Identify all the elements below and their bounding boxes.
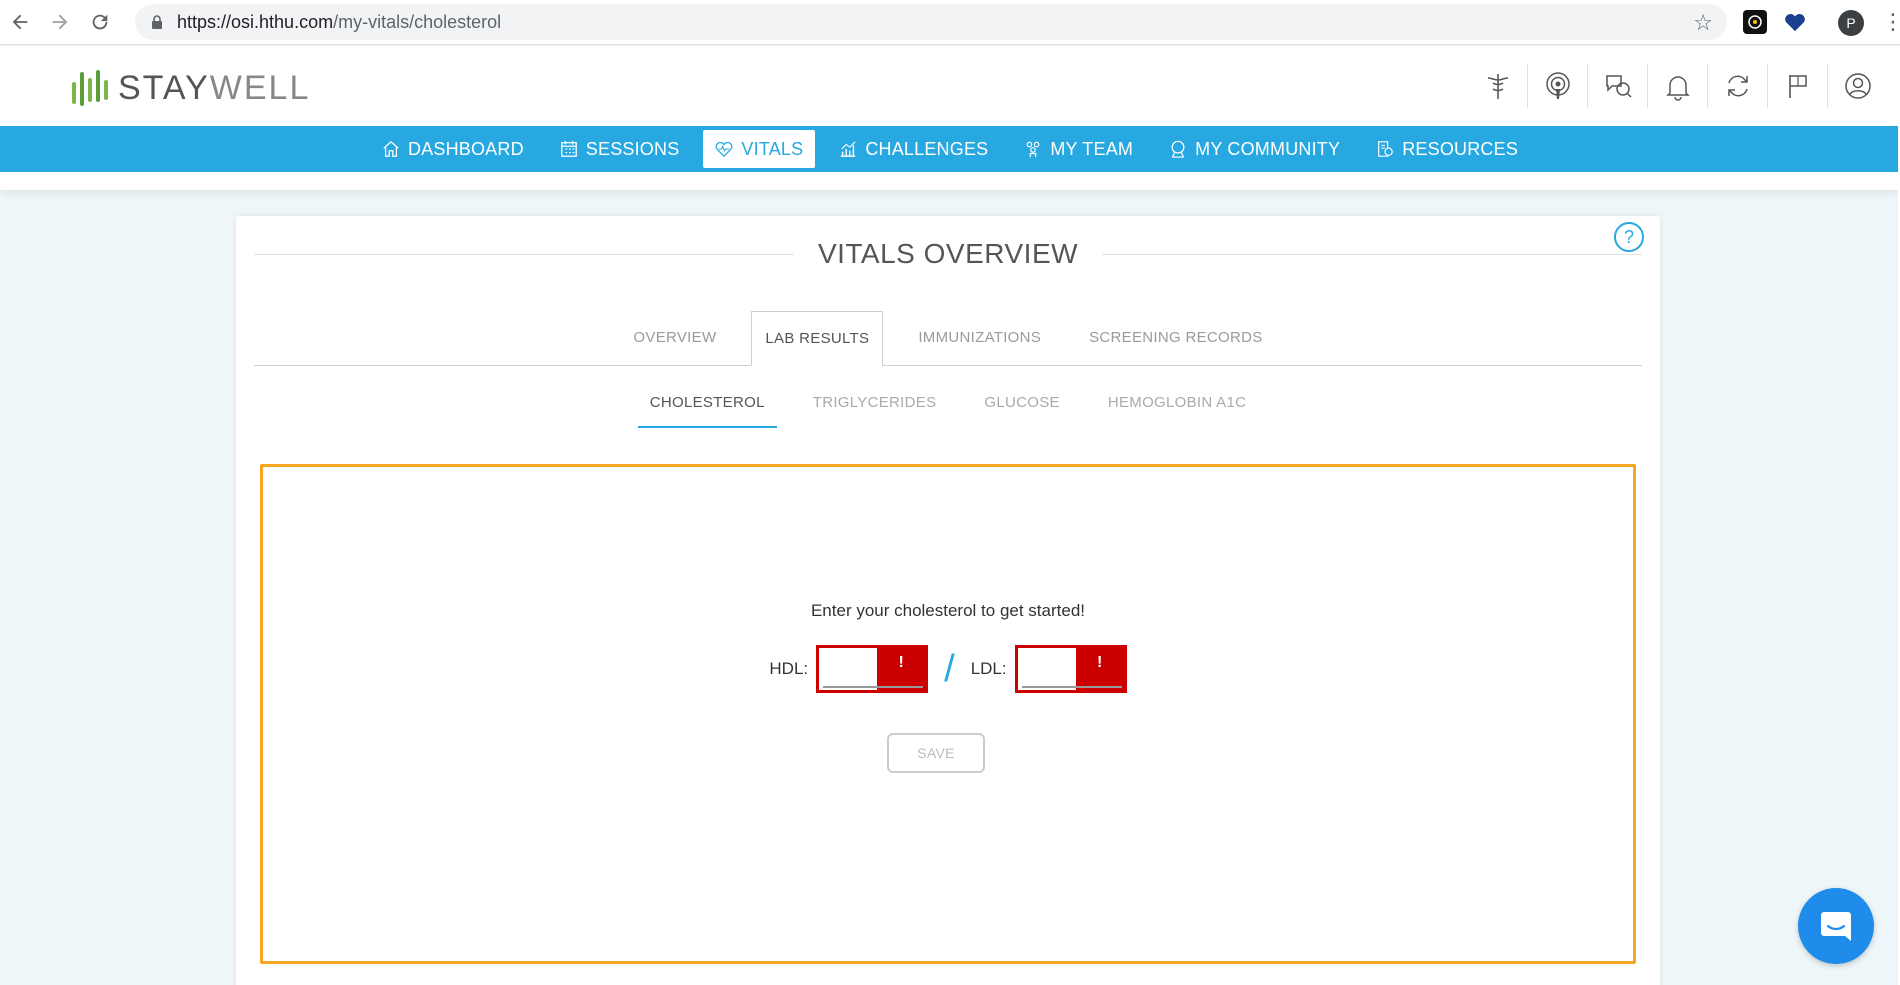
hdl-field-wrapper: ! — [816, 645, 929, 693]
community-icon — [1171, 140, 1185, 158]
browser-menu-icon[interactable]: ⋮ — [1882, 8, 1900, 36]
help-icon[interactable]: ? — [1614, 222, 1644, 252]
subtab-glucose[interactable]: GLUCOSE — [972, 394, 1071, 428]
header-icon-bar — [1468, 64, 1888, 108]
ldl-input[interactable] — [1019, 650, 1080, 688]
logo-text: STAYWELL — [118, 69, 310, 108]
url-text: https://osi.hthu.com/my-vitals/cholester… — [177, 12, 501, 33]
logo-text-stay: STAY — [118, 68, 210, 107]
cholesterol-entry-panel: Enter your cholesterol to get started! H… — [260, 464, 1636, 964]
chat-icon[interactable] — [1588, 64, 1648, 108]
hdl-error-icon: ! — [877, 648, 926, 690]
extension-icon[interactable] — [1743, 10, 1767, 34]
chat-launcher-button[interactable] — [1798, 888, 1874, 964]
resources-icon — [1378, 141, 1393, 157]
nav-challenges-label: CHALLENGES — [865, 138, 989, 159]
heart-icon — [716, 141, 733, 158]
cholesterol-fields: HDL: ! / LDL: ! — [263, 645, 1633, 693]
ldl-input-underline — [1021, 686, 1122, 688]
back-icon[interactable] — [0, 0, 40, 45]
nav-dashboard-label: DASHBOARD — [407, 138, 524, 159]
team-icon — [1026, 141, 1040, 158]
url-path: /my-vitals/cholesterol — [333, 11, 502, 32]
flag-icon[interactable] — [1768, 64, 1828, 108]
lab-subtabs: CHOLESTEROL TRIGLYCERIDES GLUCOSE HEMOGL… — [254, 394, 1642, 428]
help-icon-glyph: ? — [1623, 226, 1634, 247]
nav-dashboard[interactable]: DASHBOARD — [370, 130, 536, 168]
calendar-icon — [560, 140, 577, 157]
heart-extension-icon[interactable] — [1783, 10, 1807, 34]
hdl-label: HDL: — [769, 659, 809, 678]
nav-spacer — [0, 172, 1900, 190]
field-separator: / — [944, 648, 955, 690]
profile-initial: P — [1846, 15, 1856, 31]
staywell-logo[interactable]: STAYWELL — [72, 68, 310, 108]
title-divider-right — [1102, 253, 1642, 255]
ldl-field-wrapper: ! — [1014, 645, 1127, 693]
page-title: VITALS OVERVIEW — [817, 238, 1079, 269]
caduceus-icon[interactable] — [1468, 64, 1528, 108]
nav-sessions-label: SESSIONS — [585, 138, 680, 159]
home-icon — [383, 140, 399, 157]
nav-my-community-label: MY COMMUNITY — [1195, 138, 1341, 159]
browser-toolbar: https://osi.hthu.com/my-vitals/cholester… — [0, 0, 1900, 45]
nav-resources[interactable]: RESOURCES — [1364, 130, 1530, 168]
tab-screening-records[interactable]: SCREENING RECORDS — [1076, 310, 1275, 365]
nav-my-community[interactable]: MY COMMUNITY — [1157, 130, 1352, 168]
lock-icon — [149, 14, 165, 30]
nav-sessions[interactable]: SESSIONS — [548, 130, 692, 168]
profile-avatar[interactable]: P — [1838, 10, 1864, 36]
site-header: STAYWELL — [0, 46, 1900, 126]
subtab-cholesterol[interactable]: CHOLESTEROL — [637, 394, 777, 428]
podcast-icon[interactable] — [1528, 64, 1588, 108]
ldl-error-icon: ! — [1075, 648, 1124, 690]
vitals-card: VITALS OVERVIEW ? OVERVIEW LAB RESULTS I… — [236, 216, 1660, 985]
nav-vitals[interactable]: VITALS — [703, 130, 816, 168]
logo-mark-icon — [72, 68, 108, 108]
chat-bubble-icon — [1821, 912, 1851, 941]
nav-my-team[interactable]: MY TEAM — [1012, 130, 1145, 168]
tab-lab-results[interactable]: LAB RESULTS — [751, 311, 884, 366]
hdl-input[interactable] — [821, 650, 882, 688]
tab-immunizations[interactable]: IMMUNIZATIONS — [905, 310, 1054, 365]
ldl-label: LDL: — [970, 659, 1007, 678]
save-button[interactable]: SAVE — [887, 733, 985, 773]
tab-overview[interactable]: OVERVIEW — [620, 310, 729, 365]
nav-challenges[interactable]: CHALLENGES — [827, 130, 1000, 168]
reload-icon[interactable] — [80, 0, 120, 45]
user-icon[interactable] — [1828, 64, 1888, 108]
logo-text-well: WELL — [209, 68, 311, 107]
nav-vitals-label: VITALS — [741, 138, 804, 159]
chart-icon — [841, 141, 856, 157]
hdl-input-underline — [823, 686, 924, 688]
title-divider-left — [254, 253, 794, 255]
nav-my-team-label: MY TEAM — [1050, 138, 1134, 159]
forward-icon[interactable] — [40, 0, 80, 45]
vitals-tabs: OVERVIEW LAB RESULTS IMMUNIZATIONS SCREE… — [254, 311, 1642, 366]
subtab-hemoglobin-a1c[interactable]: HEMOGLOBIN A1C — [1096, 394, 1258, 428]
card-title-row: VITALS OVERVIEW — [254, 236, 1642, 272]
entry-prompt: Enter your cholesterol to get started! — [810, 601, 1086, 620]
bookmark-star-icon[interactable]: ☆ — [1693, 10, 1713, 36]
address-bar[interactable]: https://osi.hthu.com/my-vitals/cholester… — [135, 4, 1727, 40]
nav-resources-label: RESOURCES — [1402, 138, 1519, 159]
subtab-triglycerides[interactable]: TRIGLYCERIDES — [801, 394, 949, 428]
bell-icon[interactable] — [1648, 64, 1708, 108]
sync-icon[interactable] — [1708, 64, 1768, 108]
main-nav: DASHBOARD SESSIONS VITALS CHALLENGES MY … — [0, 126, 1900, 172]
url-host: https://osi.hthu.com — [177, 11, 334, 32]
